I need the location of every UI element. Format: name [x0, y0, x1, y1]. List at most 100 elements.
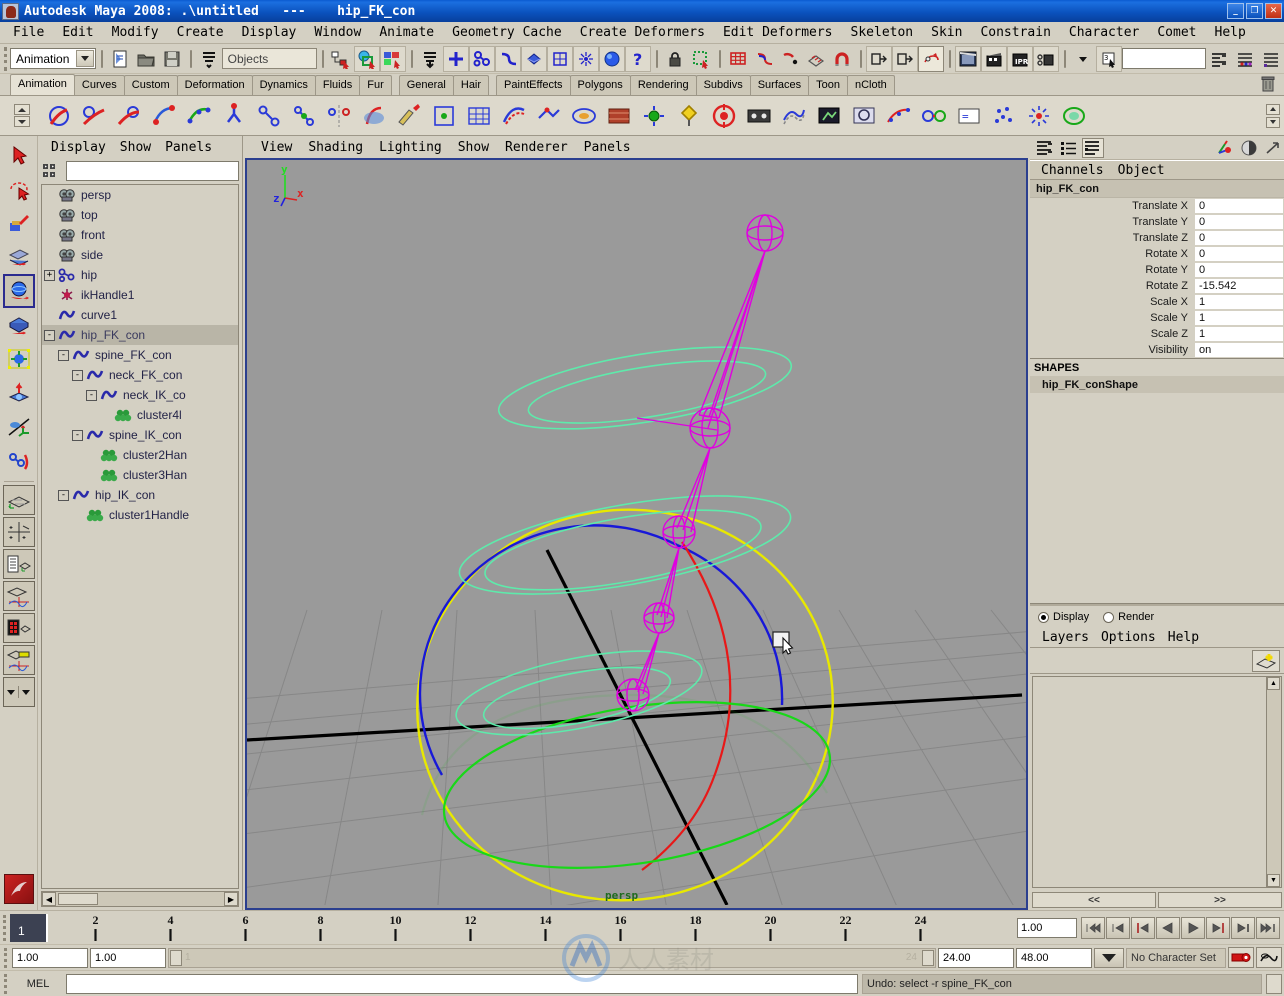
soft-body-icon[interactable]: [1057, 99, 1091, 133]
joints-mask-icon[interactable]: [468, 45, 495, 72]
motion-capture-icon[interactable]: [742, 99, 776, 133]
animation-preferences-icon[interactable]: [1256, 947, 1282, 968]
ipr-render-icon[interactable]: IPR: [1006, 45, 1033, 72]
shelf-tab-custom[interactable]: Custom: [123, 75, 178, 95]
outliner-horizontal-scrollbar[interactable]: ◀ ▶: [41, 891, 239, 907]
skin-bind-icon[interactable]: [357, 99, 391, 133]
character-set-field[interactable]: No Character Set: [1126, 947, 1226, 968]
channel-attr-scale-x[interactable]: Scale X 1: [1030, 294, 1284, 310]
viewport-menu-view[interactable]: View: [253, 139, 300, 156]
menu-item-edit[interactable]: Edit: [53, 23, 102, 42]
channel-attr-value[interactable]: 0: [1194, 246, 1284, 262]
play-backwards-icon[interactable]: [1156, 916, 1180, 939]
shelf-page-up-icon[interactable]: [1266, 103, 1280, 115]
shelf-tab-general[interactable]: General: [398, 75, 454, 95]
motion-trail-icon[interactable]: [882, 99, 916, 133]
shelf-tab-fur[interactable]: Fur: [359, 75, 392, 95]
shelf-tab-hair[interactable]: Hair: [452, 75, 490, 95]
universal-manipulator-icon[interactable]: [3, 342, 35, 376]
channel-attr-value[interactable]: 0: [1194, 214, 1284, 230]
cluster-icon[interactable]: [427, 99, 461, 133]
trash-icon[interactable]: [1260, 75, 1276, 93]
show-channel-box-icon[interactable]: [1034, 138, 1056, 158]
last-tool-used-icon[interactable]: [3, 444, 35, 478]
select-by-component-icon[interactable]: [379, 45, 406, 72]
channel-attr-value[interactable]: on: [1194, 342, 1284, 358]
shelf-tab-curves[interactable]: Curves: [73, 75, 125, 95]
paint-select-tool-icon[interactable]: [3, 206, 35, 240]
component-mask-icon[interactable]: [417, 46, 443, 72]
layer-list-scrollbar[interactable]: ▲ ▼: [1266, 677, 1281, 887]
layer-editor-icon[interactable]: [1258, 46, 1284, 72]
playback-options-dropdown-icon[interactable]: [1094, 947, 1124, 968]
menu-item-modify[interactable]: Modify: [103, 23, 168, 42]
viewport-menu-bar[interactable]: View Shading Lighting Show Renderer Panels: [245, 136, 1028, 158]
show-layer-editor-icon[interactable]: [1058, 138, 1080, 158]
channel-attr-value[interactable]: 0: [1194, 230, 1284, 246]
viewport-menu-renderer[interactable]: Renderer: [497, 139, 576, 156]
outliner-item-hip_ik_con[interactable]: - hip_IK_con: [42, 485, 238, 505]
channel-attr-scale-y[interactable]: Scale Y 1: [1030, 310, 1284, 326]
layer-editor-menu-bar[interactable]: Layers Options Help: [1030, 628, 1284, 648]
chevron-down-icon[interactable]: [75, 50, 94, 67]
save-scene-icon[interactable]: [159, 46, 185, 72]
move-tool-icon[interactable]: [3, 240, 35, 274]
menu-item-geometry-cache[interactable]: Geometry Cache: [443, 23, 571, 42]
snap-grid-icon[interactable]: [725, 46, 751, 72]
minimize-button[interactable]: _: [1227, 3, 1244, 19]
cloth-icon[interactable]: [602, 99, 636, 133]
menu-item-create[interactable]: Create: [168, 23, 233, 42]
outliner-item-spine_fk_con[interactable]: - spine_FK_con: [42, 345, 238, 365]
render-current-frame-icon[interactable]: [954, 45, 981, 72]
menu-set-selector[interactable]: Animation: [10, 48, 96, 69]
snapshot-icon[interactable]: [847, 99, 881, 133]
channel-box-arrow-icon[interactable]: [1262, 138, 1284, 158]
channel-box-menu-object[interactable]: Object: [1111, 163, 1172, 178]
outliner-persp-layout-icon[interactable]: [2, 549, 35, 579]
shelf-tab-bar[interactable]: Animation Curves Custom Deformation Dynamics…: [0, 74, 1284, 96]
four-view-layout-icon[interactable]: [2, 517, 35, 547]
curves-mask-icon[interactable]: [494, 45, 521, 72]
step-forward-key-icon[interactable]: [1206, 916, 1230, 939]
outliner-item-neck_ik_co[interactable]: - neck_IK_co: [42, 385, 238, 405]
wrap-icon[interactable]: [567, 99, 601, 133]
step-forward-frame-icon[interactable]: [1231, 916, 1255, 939]
menu-item-create-deformers[interactable]: Create Deformers: [571, 23, 714, 42]
pose-icon[interactable]: [707, 99, 741, 133]
viewport-menu-shading[interactable]: Shading: [300, 139, 371, 156]
outliner-tree[interactable]: persp top front side + hip ikHandle1 curve1- hip…: [41, 184, 239, 889]
ghosting-icon[interactable]: [777, 99, 811, 133]
misc-mask-icon[interactable]: ?: [624, 45, 651, 72]
new-scene-icon[interactable]: [107, 46, 133, 72]
menu-item-display[interactable]: Display: [233, 23, 306, 42]
range-bar[interactable]: 1 24: [168, 947, 936, 968]
shelf-tab-fluids[interactable]: Fluids: [314, 75, 361, 95]
step-back-frame-icon[interactable]: [1106, 916, 1130, 939]
layer-scroll-up-icon[interactable]: ▲: [1267, 677, 1280, 690]
snap-point-icon[interactable]: [777, 46, 803, 72]
menu-item-skeleton[interactable]: Skeleton: [842, 23, 923, 42]
shelf-page-down-icon[interactable]: [1266, 116, 1280, 128]
blendshape-icon[interactable]: [532, 99, 566, 133]
deformers-mask-icon[interactable]: [546, 45, 573, 72]
ik-handle-icon[interactable]: [147, 99, 181, 133]
shelf-tab-rendering[interactable]: Rendering: [629, 75, 697, 95]
constraint-icon[interactable]: [917, 99, 951, 133]
channel-attr-value[interactable]: 0: [1194, 198, 1284, 214]
snap-magnet-icon[interactable]: [829, 46, 855, 72]
layer-scroll-down-icon[interactable]: ▼: [1267, 874, 1280, 887]
outliner-item-spine_ik_con[interactable]: - spine_IK_con: [42, 425, 238, 445]
viewport-menu-panels[interactable]: Panels: [576, 139, 639, 156]
command-line-expand-button[interactable]: [1266, 973, 1282, 994]
mirror-joint-icon[interactable]: [322, 99, 356, 133]
outliner-expander-spine_ik_con[interactable]: -: [72, 429, 83, 441]
select-tool-icon[interactable]: [3, 138, 35, 172]
layer-menu-layers[interactable]: Layers: [1036, 630, 1095, 645]
layout-menu-left-icon[interactable]: [4, 686, 19, 698]
outliner-menu-display[interactable]: Display: [44, 139, 113, 156]
channel-attr-value[interactable]: -15.542: [1194, 278, 1284, 294]
construction-history-icon[interactable]: [865, 45, 892, 72]
scroll-left-icon[interactable]: ◀: [42, 892, 56, 906]
lasso-select-tool-icon[interactable]: [3, 172, 35, 206]
outliner-item-persp[interactable]: persp: [42, 185, 238, 205]
